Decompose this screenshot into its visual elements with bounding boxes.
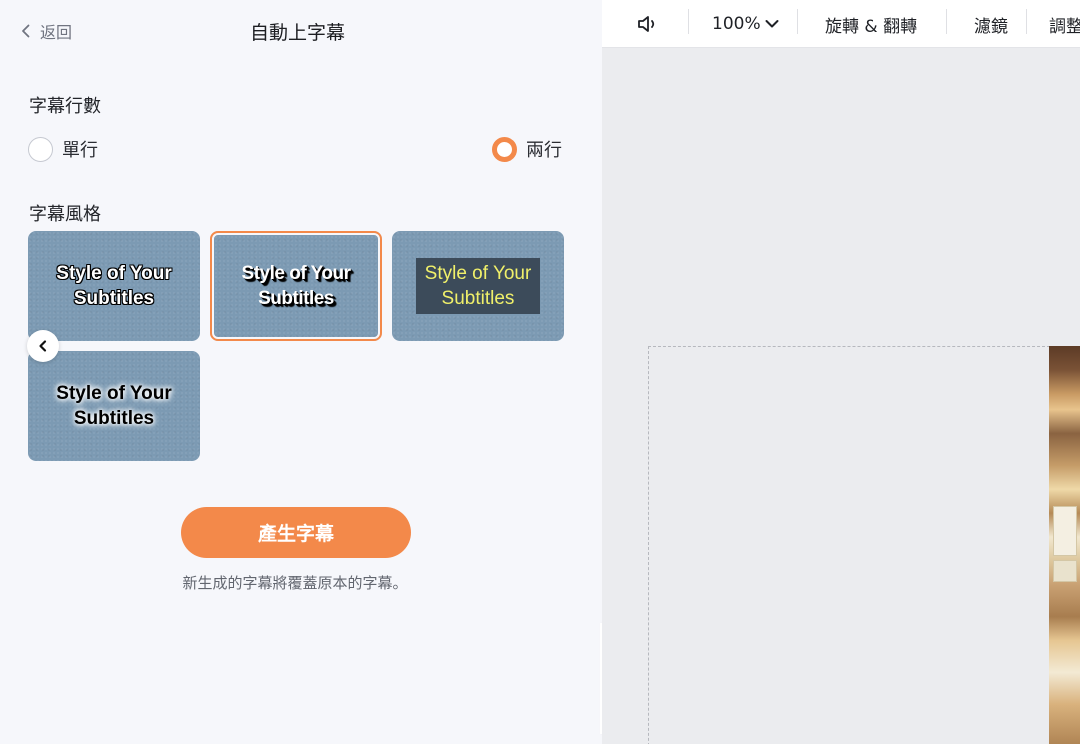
style-card-glow[interactable]: Style of Your Subtitles xyxy=(28,351,200,461)
adjust-button[interactable]: 調整 xyxy=(1049,0,1080,48)
style-card-boxed[interactable]: Style of Your Subtitles xyxy=(392,231,564,341)
carousel-prev-button[interactable] xyxy=(27,330,59,362)
toolbar-divider xyxy=(1026,9,1027,34)
editor-toolbar: 100% 旋轉 & 翻轉 濾鏡 調整 xyxy=(602,0,1080,48)
subtitle-style-title: 字幕風格 xyxy=(29,204,101,225)
radio-single-line[interactable]: 單行 xyxy=(28,136,98,162)
zoom-dropdown[interactable]: 100% xyxy=(712,0,779,48)
radio-circle-unchecked[interactable] xyxy=(28,136,53,162)
style-preview-text: Style of Your Subtitles xyxy=(56,263,172,309)
zoom-value: 100% xyxy=(712,14,761,34)
style-preview-text: Style of Your Subtitles xyxy=(241,263,351,309)
chevron-down-icon xyxy=(765,20,779,28)
preview-canvas xyxy=(602,48,1080,744)
chevron-left-icon xyxy=(39,340,47,352)
subtitle-lines-title: 字幕行數 xyxy=(29,96,101,117)
style-card-shadow[interactable]: Style of Your Subtitles xyxy=(210,231,382,341)
style-preview-text: Style of Your Subtitles xyxy=(415,258,541,314)
speaker-icon xyxy=(638,16,655,32)
panel-title: 自動上字幕 xyxy=(249,22,345,44)
app-root: 返回 自動上字幕 字幕行數 單行 兩行 字幕風格 Style of Your S… xyxy=(0,0,1080,744)
style-card-outline[interactable]: Style of Your Subtitles xyxy=(28,231,200,341)
toolbar-divider xyxy=(797,9,798,34)
radio-circle-checked[interactable] xyxy=(492,136,517,162)
radio-label: 兩行 xyxy=(526,140,562,161)
toolbar-divider xyxy=(688,9,689,34)
video-preview-image xyxy=(1049,346,1080,744)
video-frame-boundary xyxy=(648,346,1050,744)
radio-label: 單行 xyxy=(62,140,98,161)
rotate-flip-button[interactable]: 旋轉 & 翻轉 xyxy=(825,0,917,48)
auto-subtitle-panel: 返回 自動上字幕 字幕行數 單行 兩行 字幕風格 Style of Your S… xyxy=(0,0,602,744)
generate-subtitles-button[interactable]: 產生字幕 xyxy=(181,507,411,558)
overwrite-hint: 新生成的字幕將覆蓋原本的字幕。 xyxy=(182,574,408,592)
filter-button[interactable]: 濾鏡 xyxy=(974,0,1008,48)
toolbar-divider xyxy=(946,9,947,34)
volume-button[interactable] xyxy=(636,0,660,48)
radio-two-lines[interactable]: 兩行 xyxy=(492,136,562,162)
style-preview-text: Style of Your Subtitles xyxy=(56,383,172,429)
